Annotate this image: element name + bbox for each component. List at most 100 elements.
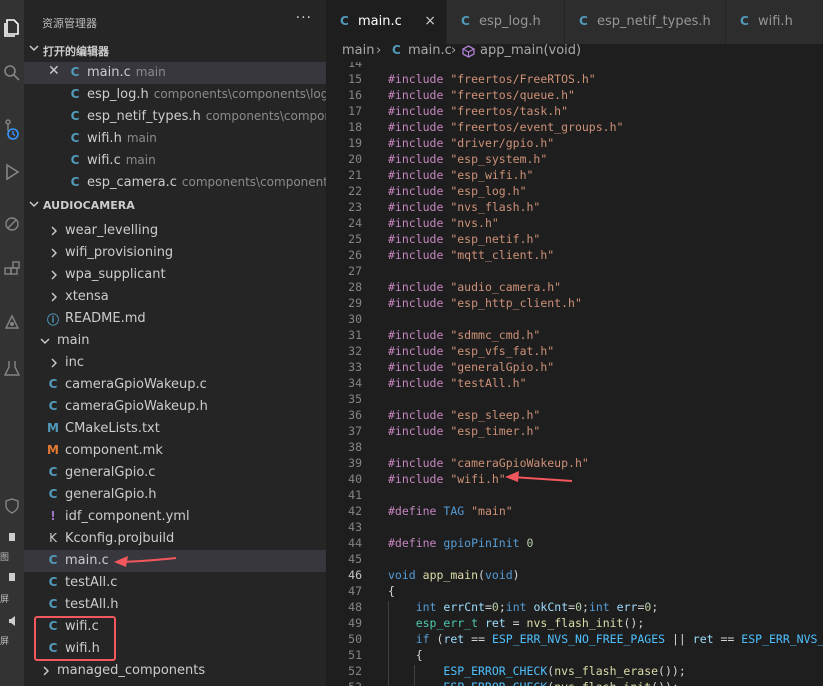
- open-editor-item[interactable]: C esp_camera.c components\components\c...: [24, 172, 326, 194]
- open-editor-item[interactable]: C esp_log.h components\components\log\in.…: [24, 84, 326, 106]
- code-line: 23 #include "nvs_flash.h": [326, 200, 823, 216]
- tree-file[interactable]: M CMakeLists.txt: [24, 418, 326, 440]
- tree-label: cameraGpioWakeup.c: [65, 377, 207, 392]
- plugin-square-icon[interactable]: [0, 530, 24, 544]
- open-editors-label: 打开的编辑器: [43, 45, 109, 58]
- open-editor-label: main.c: [87, 65, 131, 80]
- code-text: #include "esp_system.h": [388, 152, 548, 166]
- breadcrumb-separator: ›: [451, 43, 457, 58]
- cmake-file-icon: M: [47, 421, 59, 435]
- code-text: #include "esp_wifi.h": [388, 168, 534, 182]
- speaker-icon[interactable]: [0, 614, 24, 628]
- tree-folder[interactable]: wear_levelling: [24, 220, 326, 242]
- testing-icon[interactable]: [0, 356, 24, 380]
- tree-file[interactable]: M component.mk: [24, 440, 326, 462]
- code-line: 53 ESP_ERROR_CHECK(nvs_flash_init());: [326, 680, 823, 686]
- tree-folder[interactable]: inc: [24, 352, 326, 374]
- esp-idf-icon[interactable]: [0, 310, 24, 334]
- tree-label: testAll.h: [65, 597, 119, 612]
- shield-icon[interactable]: [0, 494, 24, 518]
- tree-file[interactable]: C cameraGpioWakeup.h: [24, 396, 326, 418]
- tree-file[interactable]: C generalGpio.h: [24, 484, 326, 506]
- c-file-icon: C: [740, 14, 749, 28]
- open-editors-section-header[interactable]: 打开的编辑器: [24, 40, 326, 60]
- remote-icon[interactable]: [0, 212, 24, 236]
- project-label: AUDIOCAMERA: [43, 199, 135, 212]
- breadcrumb-file[interactable]: main.c: [408, 43, 452, 58]
- breadcrumb-symbol[interactable]: app_main(void): [480, 43, 581, 58]
- tree-file[interactable]: ⓘ README.md: [24, 308, 326, 330]
- tab-esp-netif-types-h[interactable]: C esp_netif_types.h: [565, 0, 726, 44]
- side-label: 图: [0, 553, 10, 563]
- code-text: #include "nvs.h": [388, 216, 499, 230]
- tree-file[interactable]: C generalGpio.c: [24, 462, 326, 484]
- explorer-icon[interactable]: [0, 16, 24, 40]
- code-line: 27: [326, 264, 823, 280]
- more-actions-button[interactable]: ···: [296, 10, 312, 26]
- tree-label: generalGpio.h: [65, 487, 157, 502]
- tree-folder-open[interactable]: main: [24, 330, 326, 352]
- code-text: #include "nvs_flash.h": [388, 200, 541, 214]
- code-editor[interactable]: 14 15 #include "freertos/FreeRTOS.h" 16 #in…: [326, 62, 823, 686]
- code-text: #include "driver/gpio.h": [388, 136, 555, 150]
- line-number: 19: [348, 136, 362, 150]
- c-file-icon: C: [48, 575, 58, 589]
- info-icon: ⓘ: [46, 313, 59, 327]
- tree-file[interactable]: C wifi.h: [24, 638, 326, 660]
- c-file-icon: C: [48, 619, 58, 633]
- breadcrumb-separator: ›: [376, 43, 382, 58]
- code-text: #define gpioPinInit 0: [388, 536, 534, 550]
- line-number: 52: [348, 664, 362, 678]
- tree-file[interactable]: C cameraGpioWakeup.c: [24, 374, 326, 396]
- code-line: 26 #include "mqtt_client.h": [326, 248, 823, 264]
- indent-guide: [388, 601, 389, 686]
- open-editor-item[interactable]: C wifi.c main: [24, 150, 326, 172]
- breadcrumb-folder[interactable]: main: [342, 43, 374, 58]
- open-editor-desc: main: [135, 65, 166, 79]
- tree-folder[interactable]: wifi_provisioning: [24, 242, 326, 264]
- plugin-square-icon[interactable]: [0, 570, 24, 584]
- open-editor-label: esp_camera.c: [87, 175, 177, 190]
- tab-main-c[interactable]: C main.c ×: [326, 0, 447, 44]
- tree-folder[interactable]: xtensa: [24, 286, 326, 308]
- c-file-icon: C: [48, 553, 58, 567]
- line-number: 26: [348, 248, 362, 262]
- tree-label: README.md: [65, 311, 146, 326]
- open-editor-label: wifi.c: [87, 153, 121, 168]
- code-text: #include "testAll.h": [388, 376, 527, 390]
- extensions-icon[interactable]: [0, 258, 24, 282]
- open-editor-item[interactable]: C wifi.h main: [24, 128, 326, 150]
- open-editor-desc: components\components\c...: [181, 175, 326, 189]
- tab-esp-log-h[interactable]: C esp_log.h: [447, 0, 565, 44]
- search-icon[interactable]: [0, 61, 24, 85]
- code-line: 28 #include "audio_camera.h": [326, 280, 823, 296]
- line-number: 16: [348, 88, 362, 102]
- tree-file[interactable]: C testAll.h: [24, 594, 326, 616]
- tree-file-selected[interactable]: C main.c: [24, 550, 326, 572]
- open-editor-item[interactable]: ✕ C main.c main: [24, 62, 326, 84]
- c-file-icon: C: [340, 14, 349, 28]
- tree-file[interactable]: C wifi.c: [24, 616, 326, 638]
- chevron-down-icon: [28, 42, 40, 57]
- open-editor-desc: main: [126, 131, 157, 145]
- tree-file[interactable]: K Kconfig.projbuild: [24, 528, 326, 550]
- tree-folder[interactable]: wpa_supplicant: [24, 264, 326, 286]
- line-number: 27: [348, 264, 362, 278]
- tree-label: xtensa: [65, 289, 109, 304]
- line-number: 30: [348, 312, 362, 326]
- open-editor-label: esp_netif_types.h: [87, 109, 201, 124]
- close-icon[interactable]: ×: [424, 13, 436, 29]
- run-debug-icon[interactable]: [0, 160, 24, 184]
- open-editor-item[interactable]: C esp_netif_types.h components\componen..…: [24, 106, 326, 128]
- code-line: 29 #include "esp_http_client.h": [326, 296, 823, 312]
- tree-folder[interactable]: managed_components: [24, 660, 326, 682]
- close-icon[interactable]: ✕: [48, 63, 60, 79]
- source-control-icon[interactable]: [0, 118, 24, 142]
- tab-wifi-h[interactable]: C wifi.h: [726, 0, 823, 44]
- project-section-header[interactable]: AUDIOCAMERA: [24, 196, 326, 216]
- tree-file[interactable]: ! idf_component.yml: [24, 506, 326, 528]
- code-line: 45: [326, 552, 823, 568]
- line-number: 46: [348, 568, 362, 582]
- tree-file[interactable]: C testAll.c: [24, 572, 326, 594]
- tree-label: wifi_provisioning: [65, 245, 174, 260]
